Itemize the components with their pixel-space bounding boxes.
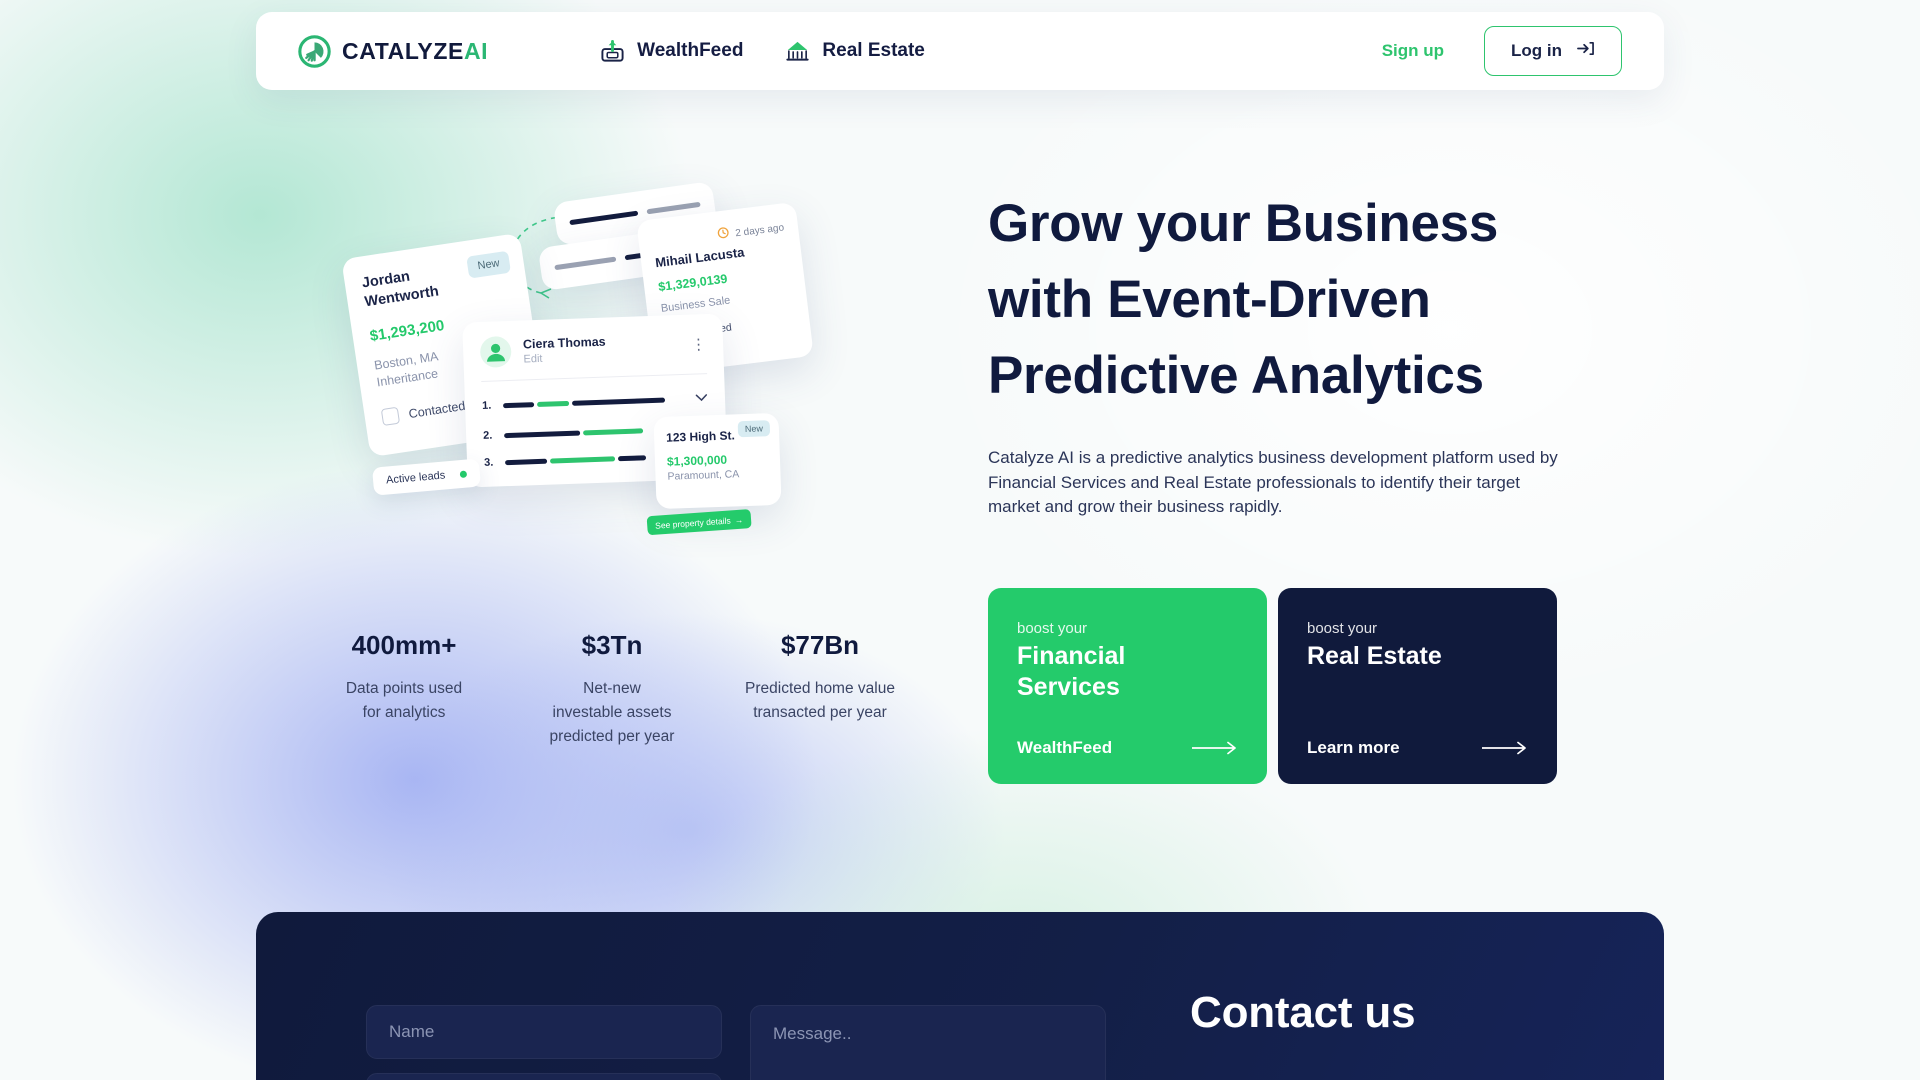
contact-form: [366, 1005, 1106, 1080]
hero-subtitle: Catalyze AI is a predictive analytics bu…: [988, 448, 1558, 516]
stat-label-line3: predicted per year: [549, 728, 675, 745]
nav-label-wealthfeed: WealthFeed: [637, 40, 744, 61]
bank-house-icon: [785, 39, 810, 64]
contact-edit-link[interactable]: Edit: [523, 350, 606, 365]
primary-nav: WealthFeed Real Estate: [600, 39, 925, 64]
property-city: Paramount, CA: [667, 468, 740, 483]
hero-illustration: New Jordan Wentworth $1,293,200 Boston, …: [341, 181, 935, 536]
nav-label-real-estate: Real Estate: [822, 40, 925, 61]
see-property-details-button[interactable]: See property details →: [646, 509, 752, 536]
contact-name: Ciera Thomas: [522, 334, 606, 351]
landing-page: CATALYZEAI WealthFeed Real Estate Sign u…: [0, 0, 1920, 1080]
arrow-right-icon: [1191, 741, 1238, 755]
cta-eyebrow: boost your: [1017, 619, 1088, 637]
email-input[interactable]: [366, 1073, 722, 1080]
list-item: 1.: [482, 389, 708, 415]
brand-name-main: CATALYZE: [342, 37, 464, 64]
contact-section: [256, 912, 1664, 1080]
login-arrow-icon: [1576, 40, 1595, 62]
upload-tray-icon: [600, 39, 625, 64]
catalyze-swirl-icon: [298, 34, 331, 68]
stat-label-line1: Net-new: [583, 680, 641, 697]
stat-label-line2: investable assets: [552, 704, 672, 721]
property-amount: $1,300,000: [666, 452, 728, 469]
cta-card-financial-services[interactable]: boost your Financial Services WealthFeed: [988, 587, 1267, 784]
stat-value: $77Bn: [780, 630, 860, 660]
avatar: [479, 335, 512, 368]
checkbox-label: Contacted: [407, 398, 467, 421]
cta-footer: WealthFeed: [1017, 738, 1238, 758]
page-title: Grow your Business with Event-Driven Pre…: [988, 186, 1588, 414]
property-card[interactable]: New 123 High St. $1,300,000 Paramount, C…: [646, 412, 782, 536]
chevron-down-icon[interactable]: [695, 389, 709, 407]
brand-logo[interactable]: CATALYZEAI: [298, 34, 488, 68]
active-leads-pill: Active leads: [371, 458, 482, 496]
stat-label-line2: for analytics: [362, 704, 446, 721]
stat-item: $3Tn Net-new investable assets predicted…: [508, 630, 716, 749]
hero-title-line3: Predictive Analytics: [988, 346, 1484, 405]
cta-card-real-estate[interactable]: boost your Real Estate Learn more: [1278, 587, 1557, 784]
signup-link[interactable]: Sign up: [1382, 41, 1444, 61]
hero-title-line1: Grow your Business: [988, 194, 1499, 253]
login-button-label: Log in: [1511, 41, 1562, 60]
contact-title: Contact us: [1190, 988, 1416, 1037]
brand-name-accent: AI: [463, 37, 489, 64]
stat-label-line1: Data points used: [345, 680, 463, 697]
see-property-details-label: See property details: [654, 514, 731, 531]
cta-footer: Learn more: [1307, 738, 1528, 758]
hero-title-line2: with Event-Driven: [988, 270, 1431, 329]
kebab-menu-icon[interactable]: ⋮: [691, 336, 707, 354]
cta-title-line1: Real Estate: [1307, 641, 1442, 670]
green-dot-icon: [459, 469, 468, 478]
row-number: 3.: [483, 456, 494, 469]
nav-item-real-estate[interactable]: Real Estate: [785, 39, 925, 64]
name-input[interactable]: [366, 1005, 722, 1059]
clock-icon: [716, 225, 730, 244]
cta-link-wealthfeed[interactable]: WealthFeed: [1017, 738, 1112, 758]
cta-link-learn-more[interactable]: Learn more: [1307, 738, 1400, 758]
header-actions: Sign up Log in: [1382, 26, 1622, 76]
active-leads-label: Active leads: [385, 469, 446, 487]
nav-item-wealthfeed[interactable]: WealthFeed: [600, 39, 743, 64]
stat-label-line2: transacted per year: [753, 704, 887, 721]
contact-form-left-column: [366, 1005, 722, 1080]
row-number: 2.: [482, 429, 493, 442]
stat-item: $77Bn Predicted home value transacted pe…: [716, 630, 924, 749]
stat-value: 400mm+: [351, 630, 457, 660]
arrow-right-icon: →: [734, 514, 744, 525]
stat-value: $3Tn: [581, 630, 643, 660]
hero-content: Grow your Business with Event-Driven Pre…: [988, 186, 1588, 784]
lead-timestamp: 2 days ago: [734, 221, 785, 239]
stat-label-line1: Predicted home value: [745, 680, 895, 697]
stat-label: Predicted home value transacted per year: [716, 677, 924, 725]
stats-row: 400mm+ Data points used for analytics $3…: [300, 630, 924, 749]
stat-label: Data points used for analytics: [300, 677, 508, 725]
cta-card-row: boost your Financial Services WealthFeed…: [988, 587, 1588, 784]
row-bars: [503, 396, 686, 408]
cta-title-line2: Services: [1017, 672, 1120, 701]
arrow-right-icon: [1481, 741, 1528, 755]
cta-eyebrow: boost your: [1307, 619, 1378, 637]
row-number: 1.: [481, 399, 492, 412]
checkbox-box: [380, 406, 401, 427]
stat-item: 400mm+ Data points used for analytics: [300, 630, 508, 749]
brand-name: CATALYZEAI: [342, 38, 488, 65]
contact-card-header: Ciera Thomas Edit ⋮: [479, 329, 707, 368]
site-header: CATALYZEAI WealthFeed Real Estate Sign u…: [256, 12, 1664, 90]
divider: [481, 373, 708, 382]
login-button[interactable]: Log in: [1484, 26, 1622, 76]
message-input[interactable]: [750, 1005, 1106, 1080]
property-badge-new: New: [737, 420, 771, 438]
stat-label: Net-new investable assets predicted per …: [508, 677, 716, 749]
cta-title-line1: Financial: [1017, 641, 1126, 670]
